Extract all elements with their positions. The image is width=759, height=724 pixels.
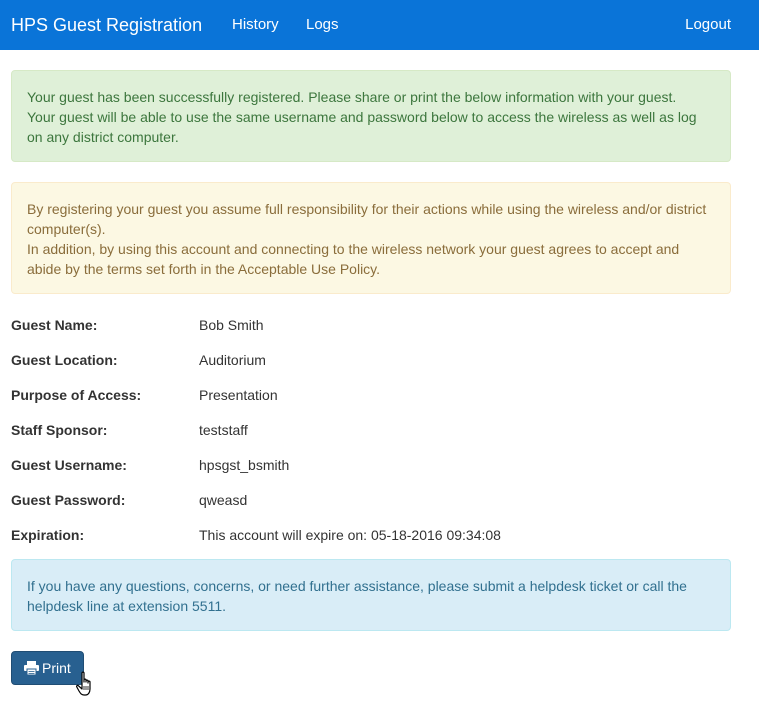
detail-value: teststaff xyxy=(199,422,248,438)
nav-history-link[interactable]: History xyxy=(232,16,279,34)
detail-row-expiration: Expiration: This account will expire on:… xyxy=(11,526,731,561)
detail-row-guest-location: Guest Location: Auditorium xyxy=(11,351,731,386)
detail-label: Guest Password: xyxy=(11,492,126,508)
detail-row-purpose: Purpose of Access: Presentation xyxy=(11,386,731,421)
printer-icon xyxy=(24,661,39,675)
success-alert: Your guest has been successfully registe… xyxy=(11,70,731,162)
nav-logout-link[interactable]: Logout xyxy=(685,16,731,34)
detail-row-guest-username: Guest Username: hpsgst_bsmith xyxy=(11,456,731,491)
detail-row-staff-sponsor: Staff Sponsor: teststaff xyxy=(11,421,731,456)
detail-label: Staff Sponsor: xyxy=(11,422,108,438)
success-message-line: Your guest will be able to use the same … xyxy=(27,109,697,145)
detail-label: Guest Name: xyxy=(11,317,98,333)
detail-value: qweasd xyxy=(199,492,248,508)
nav-logs-link[interactable]: Logs xyxy=(306,16,339,34)
warning-message-line: By registering your guest you assume ful… xyxy=(27,201,707,237)
warning-alert: By registering your guest you assume ful… xyxy=(11,182,731,294)
info-message: If you have any questions, concerns, or … xyxy=(27,578,687,614)
success-message-line: Your guest has been successfully registe… xyxy=(27,89,677,105)
detail-value: Presentation xyxy=(199,387,278,403)
print-button[interactable]: Print xyxy=(11,651,84,685)
detail-value: Auditorium xyxy=(199,352,266,368)
guest-details: Guest Name: Bob Smith Guest Location: Au… xyxy=(11,316,731,561)
detail-row-guest-password: Guest Password: qweasd xyxy=(11,491,731,526)
detail-row-guest-name: Guest Name: Bob Smith xyxy=(11,316,731,351)
detail-label: Guest Username: xyxy=(11,457,127,473)
info-alert: If you have any questions, concerns, or … xyxy=(11,559,731,631)
detail-label: Guest Location: xyxy=(11,352,118,368)
detail-value: Bob Smith xyxy=(199,317,264,333)
hand-pointer-icon xyxy=(76,671,91,696)
brand-title[interactable]: HPS Guest Registration xyxy=(11,14,202,36)
warning-message-line: In addition, by using this account and c… xyxy=(27,241,680,277)
detail-value: This account will expire on: 05-18-2016 … xyxy=(199,527,501,543)
print-button-label: Print xyxy=(42,660,71,676)
detail-value: hpsgst_bsmith xyxy=(199,457,290,473)
detail-label: Expiration: xyxy=(11,527,85,543)
navbar: HPS Guest Registration History Logs Logo… xyxy=(0,0,759,50)
detail-label: Purpose of Access: xyxy=(11,387,142,403)
